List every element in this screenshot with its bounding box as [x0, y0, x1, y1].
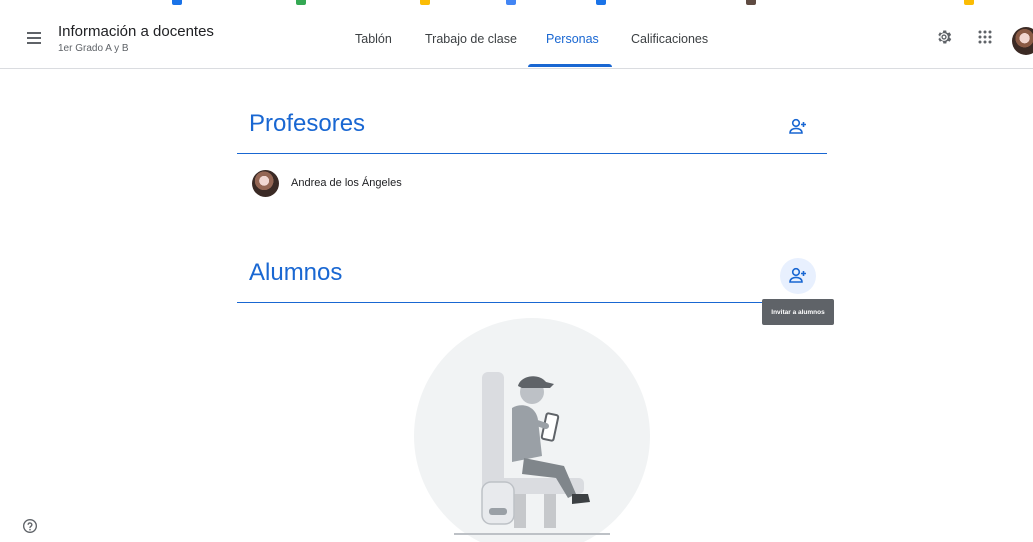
top-app-bar: Información a docentes 1er Grado A y B T…: [0, 6, 1033, 69]
bookmark-icon[interactable]: [964, 0, 974, 5]
bookmark-icon[interactable]: [296, 0, 306, 5]
invite-students-tooltip: Invitar a alumnos: [762, 299, 834, 325]
teacher-avatar: [252, 170, 279, 197]
tab-personas[interactable]: Personas: [546, 32, 599, 46]
person-add-icon: [789, 118, 806, 134]
help-icon[interactable]: [22, 518, 38, 539]
account-avatar[interactable]: [1012, 27, 1033, 55]
menu-icon[interactable]: [22, 26, 46, 50]
bookmark-icon[interactable]: [596, 0, 606, 5]
students-heading: Alumnos: [249, 259, 343, 286]
tab-tablon[interactable]: Tablón: [355, 32, 392, 46]
empty-students-illustration: [414, 318, 650, 542]
apps-grid-icon[interactable]: [978, 30, 992, 49]
active-tab-indicator: [528, 64, 612, 67]
bookmark-icon[interactable]: [420, 0, 430, 5]
teachers-heading: Profesores: [249, 110, 366, 137]
tab-trabajo-de-clase[interactable]: Trabajo de clase: [425, 32, 517, 46]
students-divider: [237, 302, 827, 303]
tab-calificaciones[interactable]: Calificaciones: [631, 32, 708, 46]
teachers-divider: [237, 153, 827, 154]
person-add-icon: [789, 267, 806, 283]
teacher-name: Andrea de los Ángeles: [291, 177, 402, 189]
class-subtitle: 1er Grado A y B: [58, 43, 129, 54]
bookmark-icon[interactable]: [506, 0, 516, 5]
bookmark-icon[interactable]: [746, 0, 756, 5]
invite-students-button[interactable]: [780, 258, 816, 294]
bookmark-icon[interactable]: [172, 0, 182, 5]
add-teacher-button[interactable]: [780, 109, 816, 145]
settings-icon[interactable]: [935, 28, 953, 51]
class-title[interactable]: Información a docentes: [58, 23, 214, 40]
